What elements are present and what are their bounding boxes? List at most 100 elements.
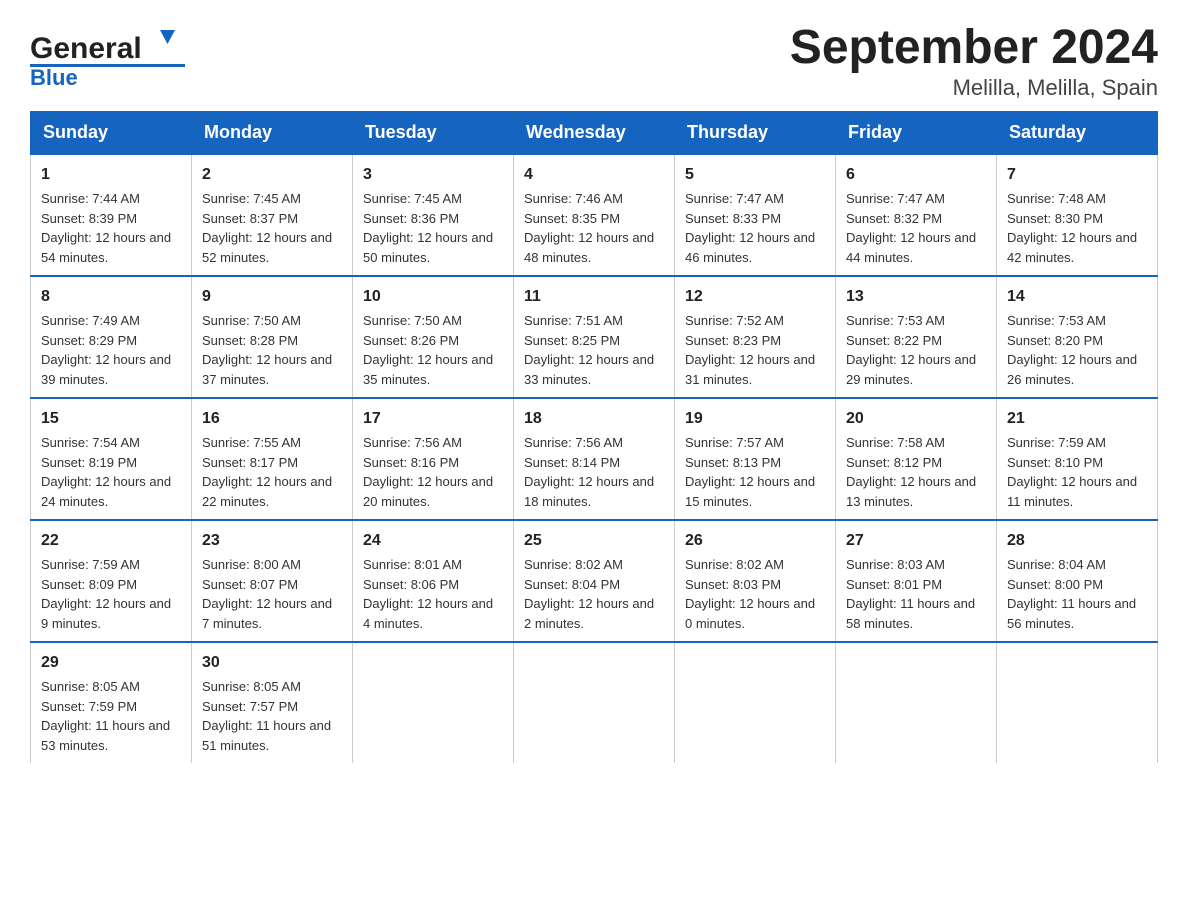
- day-number: 3: [363, 163, 503, 187]
- calendar-cell: 10 Sunrise: 7:50 AMSunset: 8:26 PMDaylig…: [353, 276, 514, 398]
- day-info: Sunrise: 7:47 AMSunset: 8:32 PMDaylight:…: [846, 191, 976, 265]
- day-number: 8: [41, 285, 181, 309]
- calendar-cell: [997, 642, 1158, 763]
- calendar-cell: 19 Sunrise: 7:57 AMSunset: 8:13 PMDaylig…: [675, 398, 836, 520]
- calendar-cell: 3 Sunrise: 7:45 AMSunset: 8:36 PMDayligh…: [353, 154, 514, 276]
- day-number: 26: [685, 529, 825, 553]
- day-info: Sunrise: 7:53 AMSunset: 8:22 PMDaylight:…: [846, 313, 976, 387]
- calendar-week-3: 15 Sunrise: 7:54 AMSunset: 8:19 PMDaylig…: [31, 398, 1158, 520]
- calendar-cell: 9 Sunrise: 7:50 AMSunset: 8:28 PMDayligh…: [192, 276, 353, 398]
- calendar-cell: 23 Sunrise: 8:00 AMSunset: 8:07 PMDaylig…: [192, 520, 353, 642]
- day-info: Sunrise: 7:54 AMSunset: 8:19 PMDaylight:…: [41, 435, 171, 509]
- day-number: 18: [524, 407, 664, 431]
- day-info: Sunrise: 7:58 AMSunset: 8:12 PMDaylight:…: [846, 435, 976, 509]
- weekday-header-monday: Monday: [192, 112, 353, 155]
- weekday-header-friday: Friday: [836, 112, 997, 155]
- calendar-cell: 5 Sunrise: 7:47 AMSunset: 8:33 PMDayligh…: [675, 154, 836, 276]
- calendar-cell: 11 Sunrise: 7:51 AMSunset: 8:25 PMDaylig…: [514, 276, 675, 398]
- day-info: Sunrise: 7:55 AMSunset: 8:17 PMDaylight:…: [202, 435, 332, 509]
- day-info: Sunrise: 8:05 AMSunset: 7:57 PMDaylight:…: [202, 679, 331, 753]
- day-number: 30: [202, 651, 342, 675]
- calendar-cell: 2 Sunrise: 7:45 AMSunset: 8:37 PMDayligh…: [192, 154, 353, 276]
- calendar-cell: 4 Sunrise: 7:46 AMSunset: 8:35 PMDayligh…: [514, 154, 675, 276]
- day-info: Sunrise: 7:52 AMSunset: 8:23 PMDaylight:…: [685, 313, 815, 387]
- calendar-cell: [675, 642, 836, 763]
- calendar-cell: 7 Sunrise: 7:48 AMSunset: 8:30 PMDayligh…: [997, 154, 1158, 276]
- svg-text:Blue: Blue: [30, 65, 78, 90]
- day-number: 24: [363, 529, 503, 553]
- day-info: Sunrise: 7:57 AMSunset: 8:13 PMDaylight:…: [685, 435, 815, 509]
- day-info: Sunrise: 7:59 AMSunset: 8:09 PMDaylight:…: [41, 557, 171, 631]
- calendar-cell: 20 Sunrise: 7:58 AMSunset: 8:12 PMDaylig…: [836, 398, 997, 520]
- calendar-week-5: 29 Sunrise: 8:05 AMSunset: 7:59 PMDaylig…: [31, 642, 1158, 763]
- page-header: General Blue September 2024 Melilla, Mel…: [30, 20, 1158, 101]
- day-info: Sunrise: 7:53 AMSunset: 8:20 PMDaylight:…: [1007, 313, 1137, 387]
- day-number: 13: [846, 285, 986, 309]
- day-info: Sunrise: 7:48 AMSunset: 8:30 PMDaylight:…: [1007, 191, 1137, 265]
- calendar-cell: 13 Sunrise: 7:53 AMSunset: 8:22 PMDaylig…: [836, 276, 997, 398]
- calendar-cell: 24 Sunrise: 8:01 AMSunset: 8:06 PMDaylig…: [353, 520, 514, 642]
- day-number: 23: [202, 529, 342, 553]
- day-number: 15: [41, 407, 181, 431]
- day-number: 14: [1007, 285, 1147, 309]
- day-info: Sunrise: 8:00 AMSunset: 8:07 PMDaylight:…: [202, 557, 332, 631]
- day-number: 1: [41, 163, 181, 187]
- day-number: 17: [363, 407, 503, 431]
- calendar-cell: 16 Sunrise: 7:55 AMSunset: 8:17 PMDaylig…: [192, 398, 353, 520]
- day-info: Sunrise: 7:44 AMSunset: 8:39 PMDaylight:…: [41, 191, 171, 265]
- day-number: 4: [524, 163, 664, 187]
- day-info: Sunrise: 7:45 AMSunset: 8:36 PMDaylight:…: [363, 191, 493, 265]
- day-info: Sunrise: 8:01 AMSunset: 8:06 PMDaylight:…: [363, 557, 493, 631]
- calendar-cell: 21 Sunrise: 7:59 AMSunset: 8:10 PMDaylig…: [997, 398, 1158, 520]
- day-number: 11: [524, 285, 664, 309]
- day-number: 16: [202, 407, 342, 431]
- calendar-table: SundayMondayTuesdayWednesdayThursdayFrid…: [30, 111, 1158, 763]
- calendar-cell: 29 Sunrise: 8:05 AMSunset: 7:59 PMDaylig…: [31, 642, 192, 763]
- day-number: 25: [524, 529, 664, 553]
- calendar-cell: 26 Sunrise: 8:02 AMSunset: 8:03 PMDaylig…: [675, 520, 836, 642]
- calendar-cell: [836, 642, 997, 763]
- day-info: Sunrise: 7:46 AMSunset: 8:35 PMDaylight:…: [524, 191, 654, 265]
- calendar-cell: 15 Sunrise: 7:54 AMSunset: 8:19 PMDaylig…: [31, 398, 192, 520]
- calendar-cell: 1 Sunrise: 7:44 AMSunset: 8:39 PMDayligh…: [31, 154, 192, 276]
- calendar-week-2: 8 Sunrise: 7:49 AMSunset: 8:29 PMDayligh…: [31, 276, 1158, 398]
- weekday-header-thursday: Thursday: [675, 112, 836, 155]
- day-number: 19: [685, 407, 825, 431]
- day-number: 20: [846, 407, 986, 431]
- day-number: 7: [1007, 163, 1147, 187]
- calendar-cell: 12 Sunrise: 7:52 AMSunset: 8:23 PMDaylig…: [675, 276, 836, 398]
- day-number: 29: [41, 651, 181, 675]
- day-info: Sunrise: 7:59 AMSunset: 8:10 PMDaylight:…: [1007, 435, 1137, 509]
- weekday-header-sunday: Sunday: [31, 112, 192, 155]
- title-block: September 2024 Melilla, Melilla, Spain: [790, 20, 1158, 101]
- calendar-cell: 28 Sunrise: 8:04 AMSunset: 8:00 PMDaylig…: [997, 520, 1158, 642]
- day-info: Sunrise: 8:05 AMSunset: 7:59 PMDaylight:…: [41, 679, 170, 753]
- day-number: 12: [685, 285, 825, 309]
- day-info: Sunrise: 8:02 AMSunset: 8:03 PMDaylight:…: [685, 557, 815, 631]
- day-number: 27: [846, 529, 986, 553]
- day-number: 5: [685, 163, 825, 187]
- calendar-cell: 30 Sunrise: 8:05 AMSunset: 7:57 PMDaylig…: [192, 642, 353, 763]
- calendar-week-1: 1 Sunrise: 7:44 AMSunset: 8:39 PMDayligh…: [31, 154, 1158, 276]
- day-info: Sunrise: 7:47 AMSunset: 8:33 PMDaylight:…: [685, 191, 815, 265]
- calendar-cell: 6 Sunrise: 7:47 AMSunset: 8:32 PMDayligh…: [836, 154, 997, 276]
- calendar-cell: [514, 642, 675, 763]
- day-info: Sunrise: 8:04 AMSunset: 8:00 PMDaylight:…: [1007, 557, 1136, 631]
- calendar-cell: 17 Sunrise: 7:56 AMSunset: 8:16 PMDaylig…: [353, 398, 514, 520]
- main-title: September 2024: [790, 20, 1158, 75]
- day-info: Sunrise: 8:03 AMSunset: 8:01 PMDaylight:…: [846, 557, 975, 631]
- day-info: Sunrise: 8:02 AMSunset: 8:04 PMDaylight:…: [524, 557, 654, 631]
- calendar-week-4: 22 Sunrise: 7:59 AMSunset: 8:09 PMDaylig…: [31, 520, 1158, 642]
- weekday-header-tuesday: Tuesday: [353, 112, 514, 155]
- svg-text:General: General: [30, 32, 142, 65]
- day-info: Sunrise: 7:51 AMSunset: 8:25 PMDaylight:…: [524, 313, 654, 387]
- calendar-cell: 27 Sunrise: 8:03 AMSunset: 8:01 PMDaylig…: [836, 520, 997, 642]
- weekday-header-wednesday: Wednesday: [514, 112, 675, 155]
- calendar-cell: 14 Sunrise: 7:53 AMSunset: 8:20 PMDaylig…: [997, 276, 1158, 398]
- day-number: 9: [202, 285, 342, 309]
- day-info: Sunrise: 7:56 AMSunset: 8:14 PMDaylight:…: [524, 435, 654, 509]
- calendar-cell: 8 Sunrise: 7:49 AMSunset: 8:29 PMDayligh…: [31, 276, 192, 398]
- day-info: Sunrise: 7:50 AMSunset: 8:26 PMDaylight:…: [363, 313, 493, 387]
- day-number: 10: [363, 285, 503, 309]
- weekday-header-saturday: Saturday: [997, 112, 1158, 155]
